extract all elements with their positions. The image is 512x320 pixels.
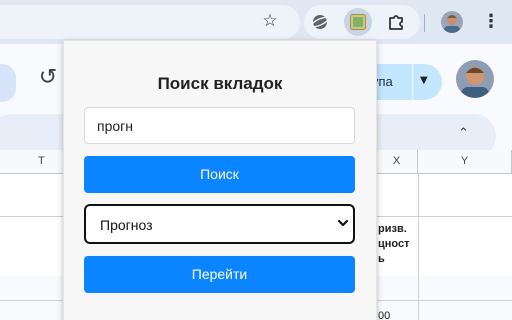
cell-text-line: ризв. — [378, 223, 407, 235]
account-avatar-image — [456, 60, 494, 98]
column-header-label: X — [392, 155, 401, 167]
browser-toolbar: ☆ ⋮ — [0, 0, 512, 44]
chevron-down-icon — [337, 219, 349, 227]
cell-value: 00 — [378, 310, 391, 320]
tab-search-extension-icon[interactable] — [344, 8, 372, 36]
search-button[interactable]: Поиск — [84, 156, 355, 193]
column-header-label: T — [38, 155, 45, 167]
side-panel-button[interactable] — [0, 64, 16, 102]
chevron-up-icon[interactable]: ⌃ — [458, 126, 469, 141]
caret-down-icon[interactable]: ▼ — [420, 75, 428, 86]
share-button-divider — [412, 64, 413, 100]
popup-title: Поиск вкладок — [157, 74, 283, 93]
column-divider — [418, 174, 419, 320]
puzzle-glyph — [389, 15, 403, 30]
column-header-x[interactable]: X — [376, 150, 418, 174]
tab-select-value: Прогноз — [100, 217, 153, 233]
star-icon[interactable]: ☆ — [260, 9, 280, 33]
avatar[interactable] — [441, 11, 463, 33]
cell-text-line: ь — [378, 253, 385, 265]
tab-search-glyph — [350, 14, 366, 30]
go-button[interactable]: Перейти — [84, 256, 355, 293]
column-header-label: Y — [460, 155, 469, 167]
avatar-image — [441, 11, 463, 33]
history-icon[interactable]: ↺ — [34, 64, 62, 92]
puzzle-icon[interactable] — [384, 10, 408, 34]
address-bar[interactable] — [0, 5, 300, 39]
kebab-menu-icon[interactable]: ⋮ — [482, 10, 500, 34]
screen: ☆ ⋮ ↺ упа ▼ ⌃ T X Y ризв. цност ь 00 Пои… — [0, 0, 512, 320]
account-avatar[interactable] — [456, 60, 494, 98]
cell-text-line: цност — [378, 238, 410, 250]
column-header-y[interactable]: Y — [418, 150, 512, 174]
extension-icon[interactable] — [308, 10, 332, 34]
toolbar-divider — [424, 14, 425, 32]
search-input[interactable] — [84, 107, 355, 144]
extension-glyph — [311, 15, 329, 29]
